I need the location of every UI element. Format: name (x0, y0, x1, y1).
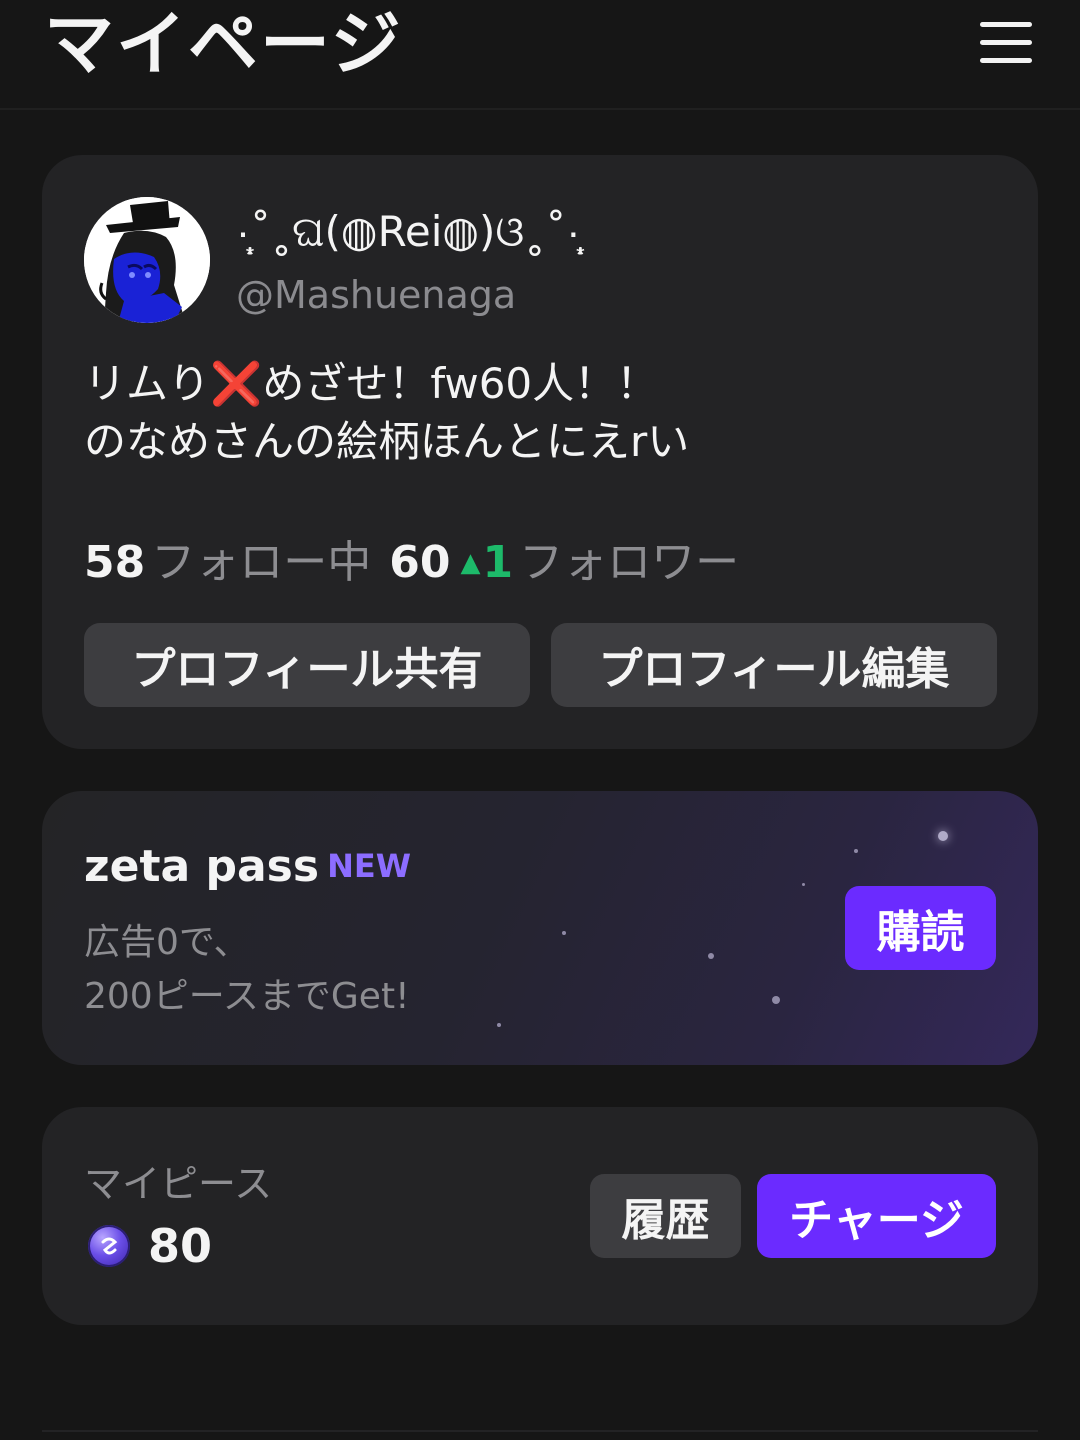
following-stat[interactable]: 58 フォロー中 (84, 537, 389, 588)
pass-title: zeta pass NEW (84, 841, 411, 892)
page-title: マイページ (44, 3, 403, 85)
cross-mark-icon: ❌ (210, 359, 263, 408)
follow-stats: 58 フォロー中 60 ▲1 フォロワー (84, 535, 757, 591)
avatar[interactable] (84, 197, 210, 323)
following-label: フォロー中 (151, 537, 372, 588)
followers-label: フォロワー (519, 537, 740, 588)
charge-button[interactable]: チャージ (757, 1174, 996, 1258)
sparkle-decoration (772, 996, 780, 1004)
profile-bio: リムり❌めざせ！fw60人！！ のなめさんの絵柄ほんとにえrい (84, 355, 984, 471)
profile-card: ·̩͙˚˳ଘ(◍Rei◍)ଓ˳˚·̩͙ @Mashuenaga リムり❌めざせ！… (42, 155, 1038, 749)
pass-title-text: zeta pass (84, 841, 320, 892)
bio-line-1: リムり❌めざせ！fw60人！！ (84, 355, 984, 413)
pass-desc-line: 200ピースまでGet! (84, 976, 410, 1017)
increase-arrow-icon: ▲ (460, 548, 481, 578)
divider (42, 1430, 1038, 1432)
pieces-count: 80 (148, 1219, 213, 1273)
new-badge: NEW (327, 847, 411, 885)
pieces-label: マイピース (84, 1162, 273, 1206)
pass-desc-line: 広告0で、 (84, 922, 250, 963)
user-handle: @Mashuenaga (236, 273, 517, 317)
followers-stat[interactable]: 60 ▲1 フォロワー (389, 537, 757, 588)
sparkle-decoration (708, 953, 714, 959)
sparkle-decoration (802, 883, 805, 886)
pass-description: 広告0で、 200ピースまでGet! (84, 916, 410, 1024)
bio-text-part: めざせ！fw60人！！ (262, 359, 659, 408)
share-profile-button[interactable]: プロフィール共有 (84, 623, 530, 707)
subscribe-button[interactable]: 購読 (845, 886, 996, 970)
sparkle-decoration (497, 1023, 501, 1027)
bio-line-2: のなめさんの絵柄ほんとにえrい (84, 417, 690, 466)
header: マイページ (0, 0, 1080, 110)
sparkle-decoration (562, 931, 566, 935)
zeta-pass-card: zeta pass NEW 広告0で、 200ピースまでGet! 購読 (42, 791, 1038, 1065)
my-pieces-card: マイピース 80 履歴 チャージ (42, 1107, 1038, 1325)
edit-profile-button[interactable]: プロフィール編集 (551, 623, 997, 707)
hamburger-menu-icon[interactable] (978, 20, 1034, 64)
sparkle-decoration (854, 849, 858, 853)
history-button[interactable]: 履歴 (590, 1174, 741, 1258)
my-page: マイページ ·̩͙˚˳ଘ(◍Rei◍)ଓ˳˚·̩͙ @Mashuenaga リム… (0, 0, 1080, 1440)
followers-delta: 1 (482, 537, 514, 588)
bio-text-part: リムり (84, 359, 211, 408)
following-count: 58 (84, 537, 146, 588)
display-name: ·̩͙˚˳ଘ(◍Rei◍)ଓ˳˚·̩͙ (236, 207, 581, 256)
followers-count: 60 (389, 537, 451, 588)
coin-icon (88, 1225, 130, 1267)
sparkle-decoration (938, 831, 948, 841)
